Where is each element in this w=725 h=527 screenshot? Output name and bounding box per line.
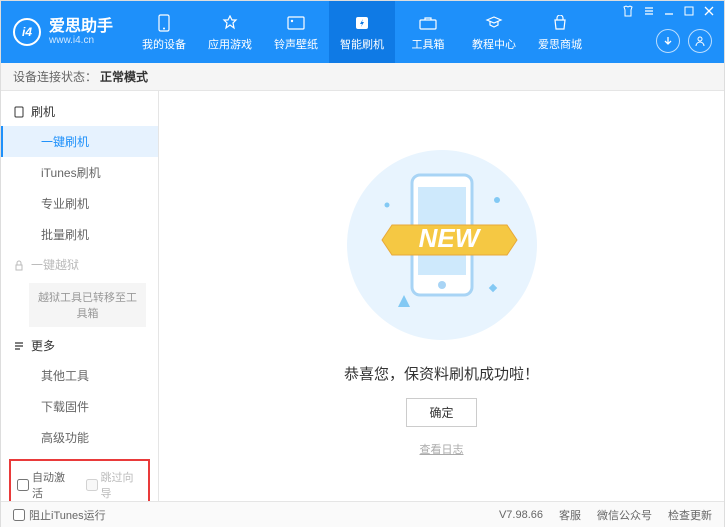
shirt-icon[interactable] <box>622 5 634 20</box>
main-nav: 我的设备 应用游戏 铃声壁纸 智能刷机 工具箱 教程中心 爱思商城 <box>131 1 593 63</box>
sidebar-item-download-firmware[interactable]: 下载固件 <box>1 391 158 422</box>
success-message: 恭喜您，保资料刷机成功啦！ <box>344 363 539 384</box>
sidebar-item-batch-flash[interactable]: 批量刷机 <box>1 219 158 250</box>
sidebar: 刷机 一键刷机 iTunes刷机 专业刷机 批量刷机 一键越狱 越狱工具已转移至… <box>1 91 159 501</box>
tutorial-icon <box>484 13 504 33</box>
footer: 阻止iTunes运行 V7.98.66 客服 微信公众号 检查更新 <box>1 501 724 527</box>
sidebar-group-flash[interactable]: 刷机 <box>1 97 158 126</box>
ok-button[interactable]: 确定 <box>406 398 476 427</box>
sidebar-group-jailbreak: 一键越狱 <box>1 250 158 279</box>
store-icon <box>550 13 570 33</box>
apps-icon <box>220 13 240 33</box>
ribbon-text: NEW <box>418 223 481 253</box>
svg-text:i4: i4 <box>22 25 32 39</box>
sidebar-item-pro-flash[interactable]: 专业刷机 <box>1 188 158 219</box>
more-icon <box>13 340 25 352</box>
user-button[interactable] <box>688 29 712 53</box>
app-name: 爱思助手 <box>49 18 113 36</box>
close-icon[interactable] <box>704 6 714 19</box>
version-label: V7.98.66 <box>499 509 543 521</box>
footer-link-support[interactable]: 客服 <box>559 507 581 523</box>
nav-my-device[interactable]: 我的设备 <box>131 1 197 63</box>
app-header: i4 爱思助手 www.i4.cn 我的设备 应用游戏 铃声壁纸 智能刷机 工具… <box>1 1 724 63</box>
sidebar-item-itunes-flash[interactable]: iTunes刷机 <box>1 157 158 188</box>
footer-link-update[interactable]: 检查更新 <box>668 507 712 523</box>
minimize-icon[interactable] <box>664 6 674 19</box>
sidebar-item-other-tools[interactable]: 其他工具 <box>1 360 158 391</box>
flash-small-icon <box>13 106 25 118</box>
view-log-link[interactable]: 查看日志 <box>420 441 464 457</box>
footer-link-wechat[interactable]: 微信公众号 <box>597 507 652 523</box>
status-prefix: 设备连接状态： <box>13 68 97 85</box>
app-url: www.i4.cn <box>49 35 113 46</box>
flash-icon <box>352 13 372 33</box>
highlighted-checkbox-row: 自动激活 跳过向导 <box>9 459 150 501</box>
nav-tutorials[interactable]: 教程中心 <box>461 1 527 63</box>
checkbox-block-itunes[interactable]: 阻止iTunes运行 <box>13 507 106 523</box>
lock-icon <box>13 259 25 271</box>
checkbox-auto-activate[interactable]: 自动激活 <box>17 469 74 501</box>
nav-ringtones[interactable]: 铃声壁纸 <box>263 1 329 63</box>
nav-smart-flash[interactable]: 智能刷机 <box>329 1 395 63</box>
toolbox-icon <box>418 13 438 33</box>
sidebar-item-advanced[interactable]: 高级功能 <box>1 422 158 453</box>
status-bar: 设备连接状态： 正常模式 <box>1 63 724 91</box>
maximize-icon[interactable] <box>684 6 694 19</box>
nav-store[interactable]: 爱思商城 <box>527 1 593 63</box>
logo-area: i4 爱思助手 www.i4.cn <box>13 18 113 47</box>
main-content: NEW 恭喜您，保资料刷机成功啦！ 确定 查看日志 <box>159 91 724 501</box>
menu-icon[interactable] <box>644 6 654 19</box>
image-icon <box>286 13 306 33</box>
status-mode: 正常模式 <box>100 68 148 85</box>
checkbox-skip-guide[interactable]: 跳过向导 <box>86 469 143 501</box>
app-logo-icon: i4 <box>13 18 41 46</box>
sidebar-group-more[interactable]: 更多 <box>1 331 158 360</box>
phone-icon <box>154 13 174 33</box>
sidebar-item-one-key-flash[interactable]: 一键刷机 <box>1 126 158 157</box>
window-controls <box>622 5 714 20</box>
success-illustration: NEW <box>342 145 542 345</box>
download-button[interactable] <box>656 29 680 53</box>
jailbreak-note: 越狱工具已转移至工具箱 <box>29 283 146 327</box>
nav-toolbox[interactable]: 工具箱 <box>395 1 461 63</box>
nav-apps-games[interactable]: 应用游戏 <box>197 1 263 63</box>
